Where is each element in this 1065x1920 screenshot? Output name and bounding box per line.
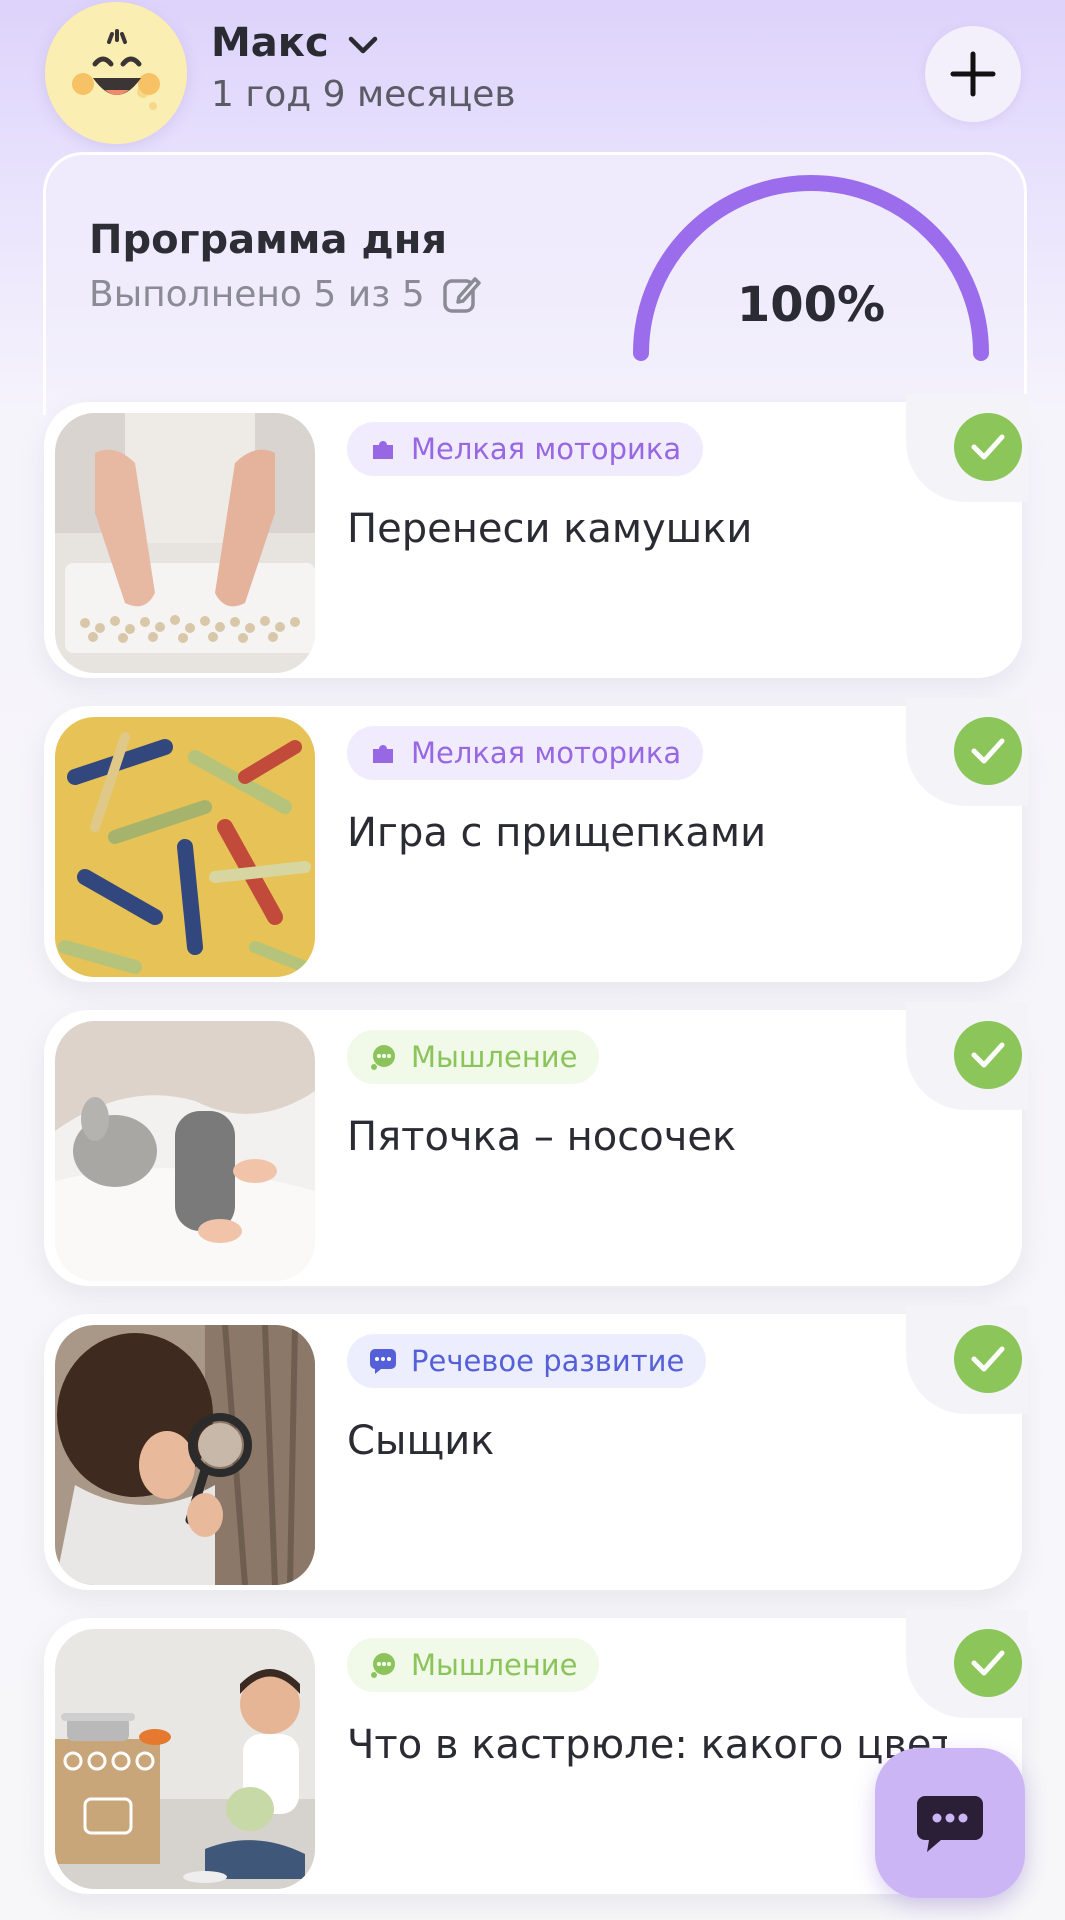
puzzle-icon [373, 745, 393, 763]
checkmark-icon [971, 434, 1005, 460]
activity-image [55, 413, 315, 673]
add-button[interactable] [925, 26, 1021, 122]
program-status: Выполнено 5 из 5 [89, 273, 483, 315]
child-name: Макс [211, 20, 329, 66]
done-check-button[interactable] [954, 717, 1022, 785]
program-progress-text: Выполнено 5 из 5 [89, 273, 425, 315]
activity-title: Что в кастрюле: какого цвета [347, 1722, 947, 1768]
header: Макс 1 год 9 месяцев [0, 0, 1065, 150]
thought-bubble-icon [371, 1045, 395, 1070]
thought-bubble-icon [371, 1653, 395, 1678]
activity-image [55, 1021, 315, 1281]
activity-card[interactable]: Мелкая моторика Перенеси камушки [44, 394, 1028, 678]
done-check-button[interactable] [954, 1021, 1022, 1089]
child-age: 1 год 9 месяцев [211, 74, 516, 115]
done-check-button[interactable] [954, 1325, 1022, 1393]
activity-title: Игра с прищепками [347, 810, 767, 856]
edit-icon[interactable] [441, 273, 483, 315]
category-tag: Речевое развитие [347, 1334, 707, 1388]
category-tag: Мелкая моторика [347, 422, 704, 476]
activity-card[interactable]: Речевое развитие Сыщик [44, 1306, 1028, 1590]
activity-card[interactable]: Мышление Пяточка – носочек [44, 1002, 1028, 1286]
program-title: Программа дня [89, 217, 448, 263]
chevron-down-icon [348, 36, 377, 54]
chat-button[interactable] [875, 1748, 1025, 1898]
speech-bubble-icon [370, 1349, 396, 1374]
chat-bubble-icon [917, 1796, 983, 1852]
checkmark-icon [971, 1042, 1005, 1068]
done-check-button[interactable] [954, 413, 1022, 481]
done-check-button[interactable] [954, 1629, 1022, 1697]
child-avatar[interactable] [45, 2, 187, 144]
category-tag: Мышление [347, 1030, 600, 1084]
activity-title: Пяточка – носочек [347, 1114, 737, 1160]
plus-icon [950, 51, 996, 97]
checkmark-icon [971, 738, 1005, 764]
activity-image [55, 717, 315, 977]
daily-program-card: Программа дня Выполнено 5 из 5 100% [43, 152, 1027, 415]
checkmark-icon [971, 1346, 1005, 1372]
activity-image [55, 1325, 315, 1585]
activity-image [55, 1629, 315, 1889]
smiley-face-icon [45, 2, 187, 144]
checkmark-icon [971, 1650, 1005, 1676]
child-selector[interactable]: Макс [211, 20, 379, 66]
progress-percent: 100% [736, 277, 886, 333]
puzzle-icon [373, 441, 393, 459]
category-tag: Мелкая моторика [347, 726, 704, 780]
activity-title: Перенеси камушки [347, 506, 753, 552]
activity-title: Сыщик [347, 1418, 495, 1464]
activity-card[interactable]: Мелкая моторика Игра с прищепками [44, 698, 1028, 982]
category-tag: Мышление [347, 1638, 600, 1692]
